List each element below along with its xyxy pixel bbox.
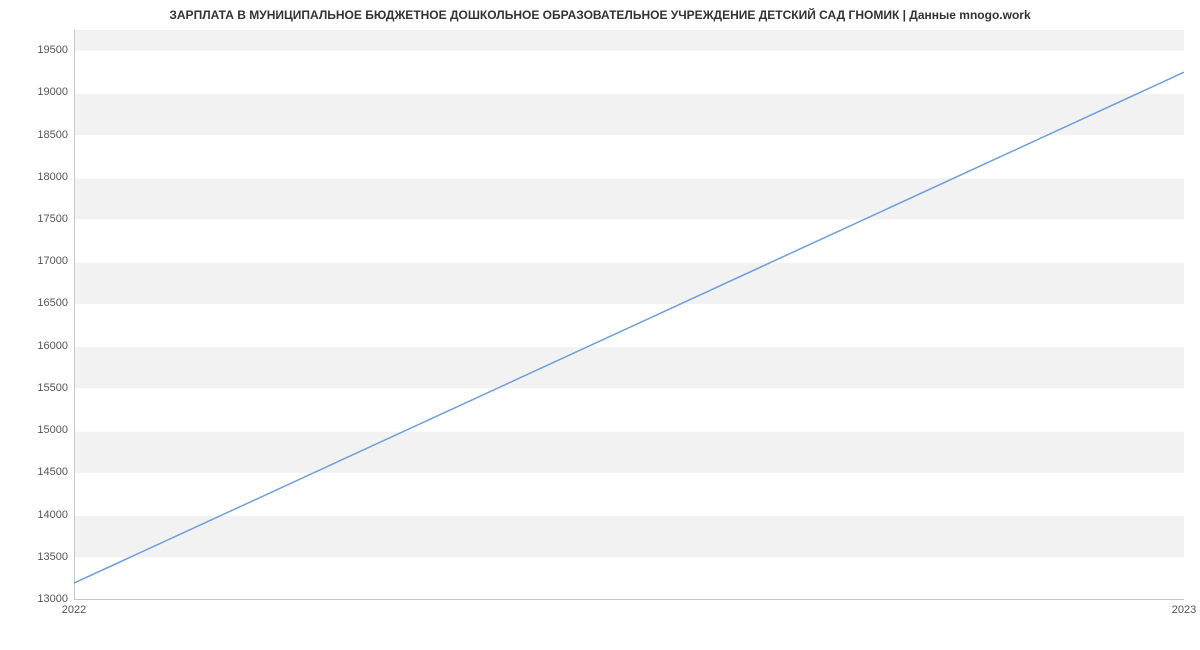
y-tick-label: 13500 <box>8 551 68 563</box>
chart-container: ЗАРПЛАТА В МУНИЦИПАЛЬНОЕ БЮДЖЕТНОЕ ДОШКО… <box>0 0 1200 650</box>
y-tick-label: 17000 <box>8 255 68 267</box>
x-tick-label: 2023 <box>1172 604 1196 616</box>
y-tick-label: 14500 <box>8 466 68 478</box>
plot-area <box>74 30 1184 600</box>
y-tick-label: 14000 <box>8 509 68 521</box>
y-tick-label: 18500 <box>8 129 68 141</box>
y-tick-label: 16500 <box>8 297 68 309</box>
x-tick-label: 2022 <box>62 604 86 616</box>
y-tick-label: 15000 <box>8 424 68 436</box>
y-tick-label: 19500 <box>8 44 68 56</box>
y-tick-label: 16000 <box>8 340 68 352</box>
y-tick-label: 15500 <box>8 382 68 394</box>
y-tick-label: 18000 <box>8 171 68 183</box>
y-tick-label: 19000 <box>8 86 68 98</box>
y-tick-label: 13000 <box>8 593 68 605</box>
chart-title: ЗАРПЛАТА В МУНИЦИПАЛЬНОЕ БЮДЖЕТНОЕ ДОШКО… <box>0 8 1200 22</box>
plot-svg <box>74 30 1184 600</box>
y-tick-label: 17500 <box>8 213 68 225</box>
